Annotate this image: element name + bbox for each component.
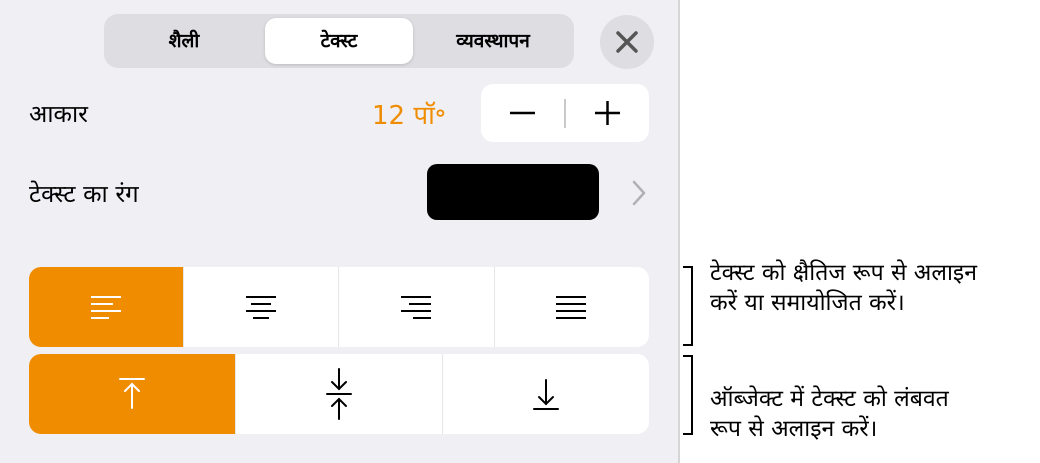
tab-arrange[interactable]: व्यवस्थापन <box>416 18 570 64</box>
align-left-button[interactable] <box>29 267 183 347</box>
align-left-icon <box>91 296 121 319</box>
plus-icon <box>595 101 620 125</box>
align-center-button[interactable] <box>184 267 338 347</box>
format-panel: शैली टेक्स्ट व्यवस्थापन आकार 12 पॉ॰ टेक्… <box>0 0 678 463</box>
decrease-size-button[interactable] <box>481 84 564 142</box>
align-right-icon <box>401 296 431 319</box>
align-bottom-button[interactable] <box>443 354 649 434</box>
callout-horizontal-alignment: टेक्स्ट को क्षैतिज रूप से अलाइन करें या … <box>710 258 977 318</box>
text-color-label: टेक्स्ट का रंग <box>29 180 139 208</box>
callout-line: टेक्स्ट को क्षैतिज रूप से अलाइन <box>710 260 977 286</box>
increase-size-button[interactable] <box>566 84 649 142</box>
align-top-button[interactable] <box>29 354 235 434</box>
align-center-icon <box>246 296 276 319</box>
chevron-right-icon[interactable] <box>632 180 646 206</box>
close-icon <box>616 31 638 53</box>
align-bottom-icon <box>533 379 559 410</box>
text-color-swatch[interactable] <box>427 164 599 220</box>
callout-bracket-horizontal <box>683 266 693 346</box>
align-middle-button[interactable] <box>236 354 442 434</box>
horizontal-alignment-control <box>29 267 649 347</box>
tab-style[interactable]: शैली <box>108 18 260 64</box>
align-right-button[interactable] <box>339 267 494 347</box>
callout-bracket-vertical <box>683 355 693 435</box>
callout-line: ऑब्जेक्ट में टेक्स्ट को लंबवत <box>710 386 949 412</box>
tab-text[interactable]: टेक्स्ट <box>265 18 413 64</box>
tab-bar: शैली टेक्स्ट व्यवस्थापन <box>104 14 574 68</box>
justify-button[interactable] <box>495 267 649 347</box>
callout-line: रूप से अलाइन करें। <box>710 416 878 442</box>
size-label: आकार <box>29 100 88 128</box>
align-middle-icon <box>326 368 352 420</box>
align-top-icon <box>119 378 145 409</box>
size-stepper <box>481 84 649 142</box>
callout-line: करें या समायोजित करें। <box>710 290 905 316</box>
panel-border <box>678 0 680 463</box>
close-button[interactable] <box>600 15 654 69</box>
justify-icon <box>556 296 586 319</box>
callout-vertical-alignment: ऑब्जेक्ट में टेक्स्ट को लंबवत रूप से अला… <box>710 384 949 444</box>
vertical-alignment-control <box>29 354 649 434</box>
minus-icon <box>510 111 535 115</box>
size-value: 12 पॉ॰ <box>372 101 446 131</box>
